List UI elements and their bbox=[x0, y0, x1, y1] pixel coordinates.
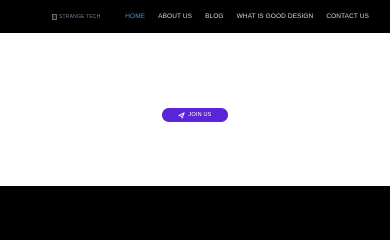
main-menu: HOME ABOUT US BLOG WHAT IS GOOD DESIGN C… bbox=[112, 13, 369, 20]
nav-item-contact-us[interactable]: CONTACT US bbox=[326, 13, 369, 20]
send-icon bbox=[178, 111, 186, 119]
join-us-label: JOIN US bbox=[188, 112, 212, 118]
page: STRANGE TECH HOME ABOUT US BLOG WHAT IS … bbox=[0, 0, 390, 240]
logo-alt-text: STRANGE TECH bbox=[59, 13, 101, 20]
nav-item-about-us[interactable]: ABOUT US bbox=[158, 13, 192, 20]
site-logo[interactable]: STRANGE TECH bbox=[52, 12, 100, 21]
top-navigation-bar: STRANGE TECH HOME ABOUT US BLOG WHAT IS … bbox=[0, 0, 390, 33]
join-us-button[interactable]: JOIN US bbox=[162, 108, 228, 122]
footer-band bbox=[0, 186, 390, 240]
nav-item-what-is-good-design[interactable]: WHAT IS GOOD DESIGN bbox=[237, 13, 314, 20]
broken-image-icon bbox=[52, 13, 57, 20]
nav-item-blog[interactable]: BLOG bbox=[205, 13, 223, 20]
nav-item-home[interactable]: HOME bbox=[125, 13, 145, 20]
